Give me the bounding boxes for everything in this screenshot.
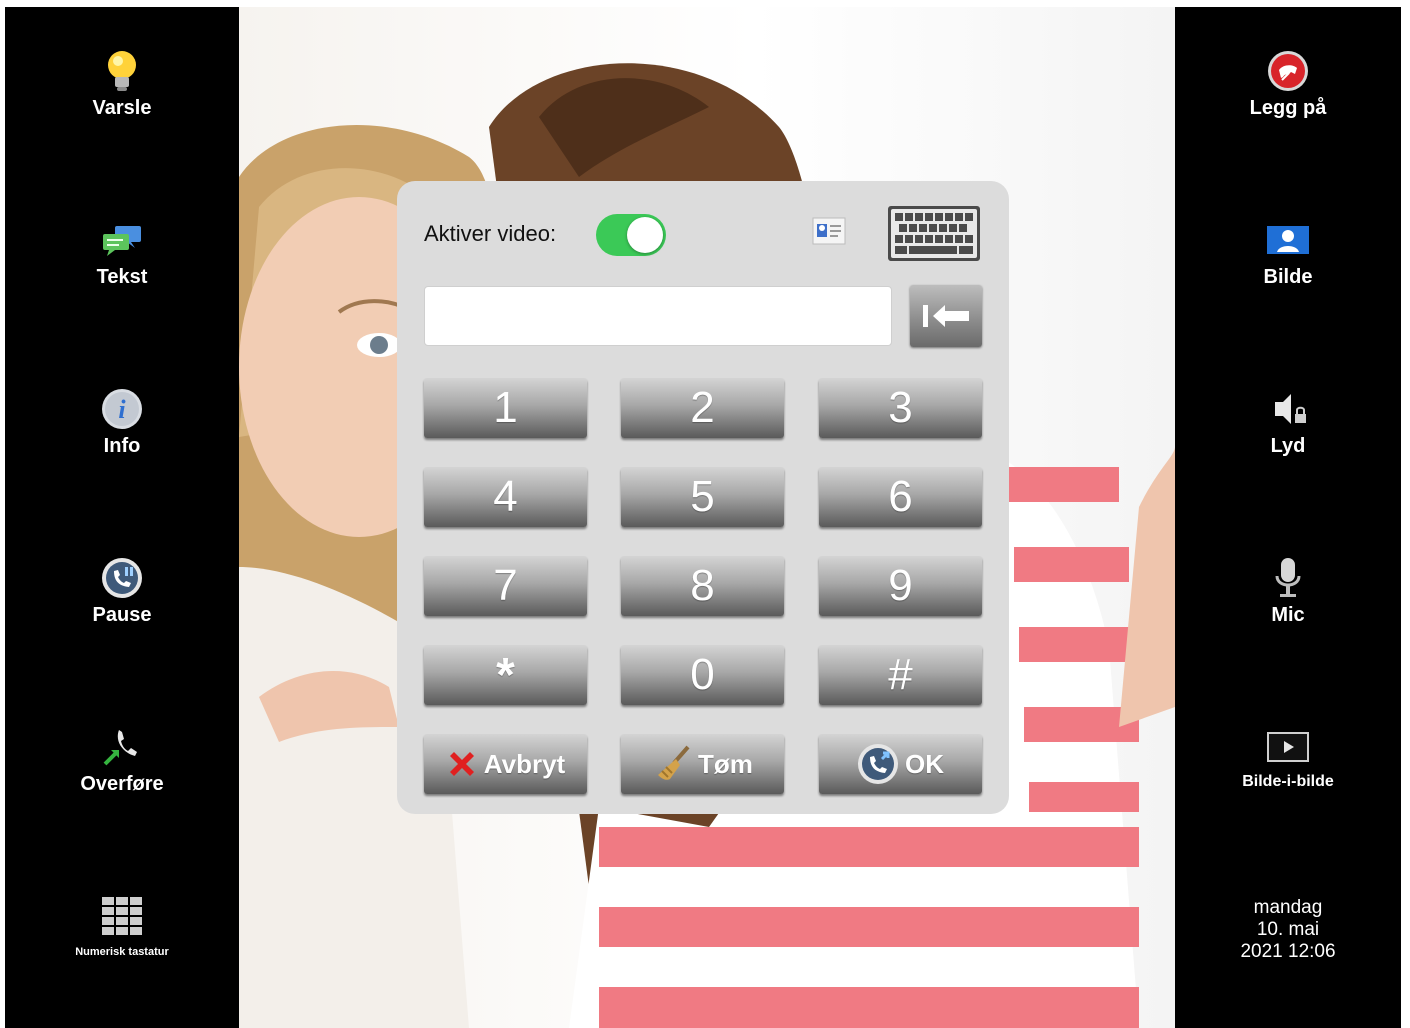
- phone-transfer-icon: [100, 725, 144, 769]
- backspace-arrow-icon: [923, 305, 969, 327]
- contact-picture-icon: [1266, 218, 1310, 262]
- cancel-label: Avbryt: [483, 748, 566, 779]
- contact-card-icon: [809, 216, 849, 253]
- svg-text:i: i: [118, 395, 126, 424]
- key-2[interactable]: 2: [621, 378, 784, 438]
- microphone-icon: [1266, 556, 1310, 600]
- broom-icon: [652, 745, 692, 783]
- key-0[interactable]: 0: [621, 645, 784, 705]
- dialer-panel: Aktiver video: 1 2 3 4 5 6 7 8 9 * 0 # A…: [397, 181, 1009, 814]
- picture-label: Bilde: [1263, 266, 1313, 288]
- time-text: 2021 12:06: [1240, 941, 1336, 962]
- sound-button[interactable]: Lyd: [1175, 387, 1401, 507]
- speaker-lock-icon: [1266, 387, 1310, 431]
- phone-call-icon: [857, 743, 899, 785]
- picture-button[interactable]: Bilde: [1175, 218, 1401, 338]
- transfer-label: Overføre: [80, 773, 164, 795]
- video-toggle-switch[interactable]: [596, 214, 666, 256]
- backspace-button[interactable]: [910, 285, 982, 347]
- date-text: 10. mai: [1256, 919, 1320, 940]
- number-input[interactable]: [424, 286, 892, 346]
- cancel-button[interactable]: Avbryt: [424, 734, 587, 794]
- lightbulb-icon: [100, 49, 144, 93]
- text-button[interactable]: Tekst: [5, 218, 239, 338]
- key-5[interactable]: 5: [621, 467, 784, 527]
- text-label: Tekst: [96, 266, 148, 288]
- info-icon: i: [100, 387, 144, 431]
- contacts-button[interactable]: [808, 215, 850, 253]
- right-sidebar: Legg på Bilde Lyd Mic Bilde-i-bilde mand…: [1175, 7, 1401, 1028]
- hang-up-button[interactable]: Legg på: [1175, 49, 1401, 169]
- pause-button[interactable]: Pause: [5, 556, 239, 676]
- clear-label: Tøm: [698, 748, 753, 779]
- info-label: Info: [103, 435, 141, 457]
- key-hash[interactable]: #: [819, 645, 982, 705]
- key-7[interactable]: 7: [424, 556, 587, 616]
- mic-button[interactable]: Mic: [1175, 556, 1401, 676]
- mic-label: Mic: [1271, 604, 1305, 626]
- alert-label: Varsle: [92, 97, 152, 119]
- alert-button[interactable]: Varsle: [5, 49, 239, 169]
- red-x-icon: [446, 748, 478, 780]
- keyboard-button[interactable]: [887, 205, 981, 262]
- hang-up-icon: [1266, 49, 1310, 93]
- key-1[interactable]: 1: [424, 378, 587, 438]
- left-sidebar: Varsle Tekst i Info Pause Overføre Numer…: [5, 7, 239, 1028]
- info-button[interactable]: i Info: [5, 387, 239, 507]
- phone-pause-icon: [100, 556, 144, 600]
- clear-button[interactable]: Tøm: [621, 734, 784, 794]
- date-time-display: mandag 10. mai 2021 12:06: [1175, 897, 1401, 963]
- key-4[interactable]: 4: [424, 467, 587, 527]
- numeric-keypad-button[interactable]: Numerisk tastatur: [5, 894, 239, 1014]
- key-6[interactable]: 6: [819, 467, 982, 527]
- keyboard-icon: [888, 206, 980, 261]
- numeric-keypad-label: Numerisk tastatur: [75, 946, 169, 958]
- picture-in-picture-icon: [1266, 725, 1310, 769]
- key-3[interactable]: 3: [819, 378, 982, 438]
- toggle-knob: [627, 217, 663, 253]
- key-9[interactable]: 9: [819, 556, 982, 616]
- hang-up-label: Legg på: [1249, 97, 1327, 119]
- picture-in-picture-button[interactable]: Bilde-i-bilde: [1175, 725, 1401, 845]
- key-star[interactable]: *: [424, 645, 587, 705]
- sound-label: Lyd: [1270, 435, 1306, 457]
- key-8[interactable]: 8: [621, 556, 784, 616]
- picture-in-picture-label: Bilde-i-bilde: [1242, 773, 1334, 790]
- day-text: mandag: [1253, 897, 1323, 918]
- ok-button[interactable]: OK: [819, 734, 982, 794]
- video-toggle-label: Aktiver video:: [424, 221, 557, 246]
- keypad-grid-icon: [100, 894, 144, 938]
- chat-bubbles-icon: [100, 218, 144, 262]
- pause-label: Pause: [92, 604, 152, 626]
- ok-label: OK: [905, 748, 944, 779]
- transfer-button[interactable]: Overføre: [5, 725, 239, 845]
